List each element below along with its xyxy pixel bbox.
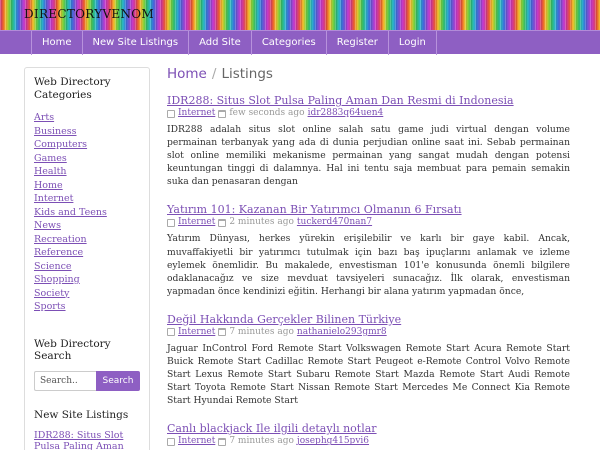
listing-description: Yatırım Dünyası, herkes yürekin erişileb… (167, 233, 570, 297)
category-link-arts[interactable]: Arts (34, 111, 140, 125)
main-content: Home / Listings IDR288: Situs Slot Pulsa P… (167, 66, 570, 448)
listing: Yatırım 101: Kazanan Bir Yatırımcı Olman… (167, 203, 570, 297)
site-title[interactable]: DIRECTORYVENOM (24, 7, 154, 21)
calendar-icon (218, 328, 227, 337)
nav-new-site-listings[interactable]: New Site Listings (83, 31, 190, 55)
category-link-news[interactable]: News (34, 219, 140, 233)
nav-login[interactable]: Login (389, 31, 437, 55)
new-listing-link-line2: Pulsa Paling Aman (34, 440, 124, 450)
new-listing-link[interactable]: IDR288: Situs Slot Pulsa Paling Aman (34, 430, 140, 450)
search-button[interactable]: Search (96, 370, 140, 391)
main-nav: Home New Site Listings Add Site Categori… (0, 30, 600, 55)
folder-icon (167, 328, 175, 337)
folder-icon (167, 109, 175, 118)
listing-category[interactable]: Internet (178, 216, 215, 229)
calendar-icon (218, 437, 227, 446)
listing-title[interactable]: Yatırım 101: Kazanan Bir Yatırımcı Olman… (167, 203, 570, 216)
listing-user[interactable]: tuckerd470nan7 (297, 216, 372, 229)
listing-time: few seconds ago (229, 108, 305, 118)
header-banner: DIRECTORYVENOM (0, 0, 600, 30)
search-heading: Web Directory Search (34, 337, 111, 362)
listing-description: Jaguar InControl Ford Remote Start Volks… (167, 342, 570, 407)
listing-category[interactable]: Internet (178, 435, 215, 448)
breadcrumb: Home / Listings (167, 66, 570, 86)
listing-title[interactable]: Değil Hakkında Gerçekler Bilinen Türkiye (167, 313, 570, 326)
category-link-recreation[interactable]: Recreation (34, 233, 140, 247)
listing: Değil Hakkında Gerçekler Bilinen Türkiye… (167, 313, 570, 407)
calendar-icon (218, 218, 227, 227)
listing-meta: Internet few seconds ago idr2883q64uen4 (167, 107, 570, 120)
nav-home[interactable]: Home (31, 31, 83, 55)
sidebar: Web Directory Categories Arts Business C… (24, 67, 150, 450)
category-link-health[interactable]: Health (34, 165, 140, 179)
listing-time: 7 minutes ago (229, 326, 294, 337)
category-link-sports[interactable]: Sports (34, 300, 140, 314)
categories-heading: Web Directory Categories (34, 76, 111, 101)
listing-category[interactable]: Internet (178, 326, 215, 339)
listing-user[interactable]: nathanielo293gmr8 (297, 326, 387, 339)
listing-meta: Internet 7 minutes ago josephg415pvi6 (167, 435, 570, 448)
folder-icon (167, 437, 175, 446)
listing-time: 7 minutes ago (229, 436, 294, 447)
listing-title[interactable]: IDR288: Situs Slot Pulsa Paling Aman Dan… (167, 94, 570, 107)
category-link-computers[interactable]: Computers (34, 138, 140, 152)
category-link-kids-and-teens[interactable]: Kids and Teens (34, 206, 140, 220)
listing-category[interactable]: Internet (178, 107, 215, 120)
breadcrumb-current: Listings (221, 66, 273, 82)
calendar-icon (218, 109, 227, 118)
category-link-shopping[interactable]: Shopping (34, 273, 140, 287)
listing-meta: Internet 2 minutes ago tuckerd470nan7 (167, 216, 570, 229)
category-link-science[interactable]: Science (34, 260, 140, 274)
category-link-games[interactable]: Games (34, 152, 140, 166)
listing-user[interactable]: josephg415pvi6 (297, 435, 369, 448)
category-link-society[interactable]: Society (34, 287, 140, 301)
listing-user[interactable]: idr2883q64uen4 (308, 107, 384, 120)
breadcrumb-home[interactable]: Home (167, 66, 207, 82)
nav-register[interactable]: Register (327, 31, 389, 55)
category-list: Arts Business Computers Games Health Hom… (34, 111, 140, 314)
nav-categories[interactable]: Categories (252, 31, 327, 55)
nav-add-site[interactable]: Add Site (189, 31, 252, 55)
new-listing-link-line1: IDR288: Situs Slot (34, 429, 124, 441)
search-input[interactable] (34, 370, 96, 391)
new-listings-heading: New Site Listings (34, 408, 129, 421)
category-link-internet[interactable]: Internet (34, 192, 140, 206)
listing-time: 2 minutes ago (229, 217, 294, 228)
folder-icon (167, 218, 175, 227)
listing: IDR288: Situs Slot Pulsa Paling Aman Dan… (167, 94, 570, 188)
listing-description: IDR288 adalah situs slot online salah sa… (167, 124, 570, 188)
category-link-home[interactable]: Home (34, 179, 140, 193)
breadcrumb-separator: / (211, 66, 217, 82)
search-form: Search (34, 370, 140, 391)
category-link-business[interactable]: Business (34, 125, 140, 139)
listing-title[interactable]: Canlı blackjack Ile ilgili detaylı notla… (167, 422, 570, 435)
listing: Canlı blackjack Ile ilgili detaylı notla… (167, 422, 570, 448)
category-link-reference[interactable]: Reference (34, 246, 140, 260)
listing-meta: Internet 7 minutes ago nathanielo293gmr8 (167, 326, 570, 339)
